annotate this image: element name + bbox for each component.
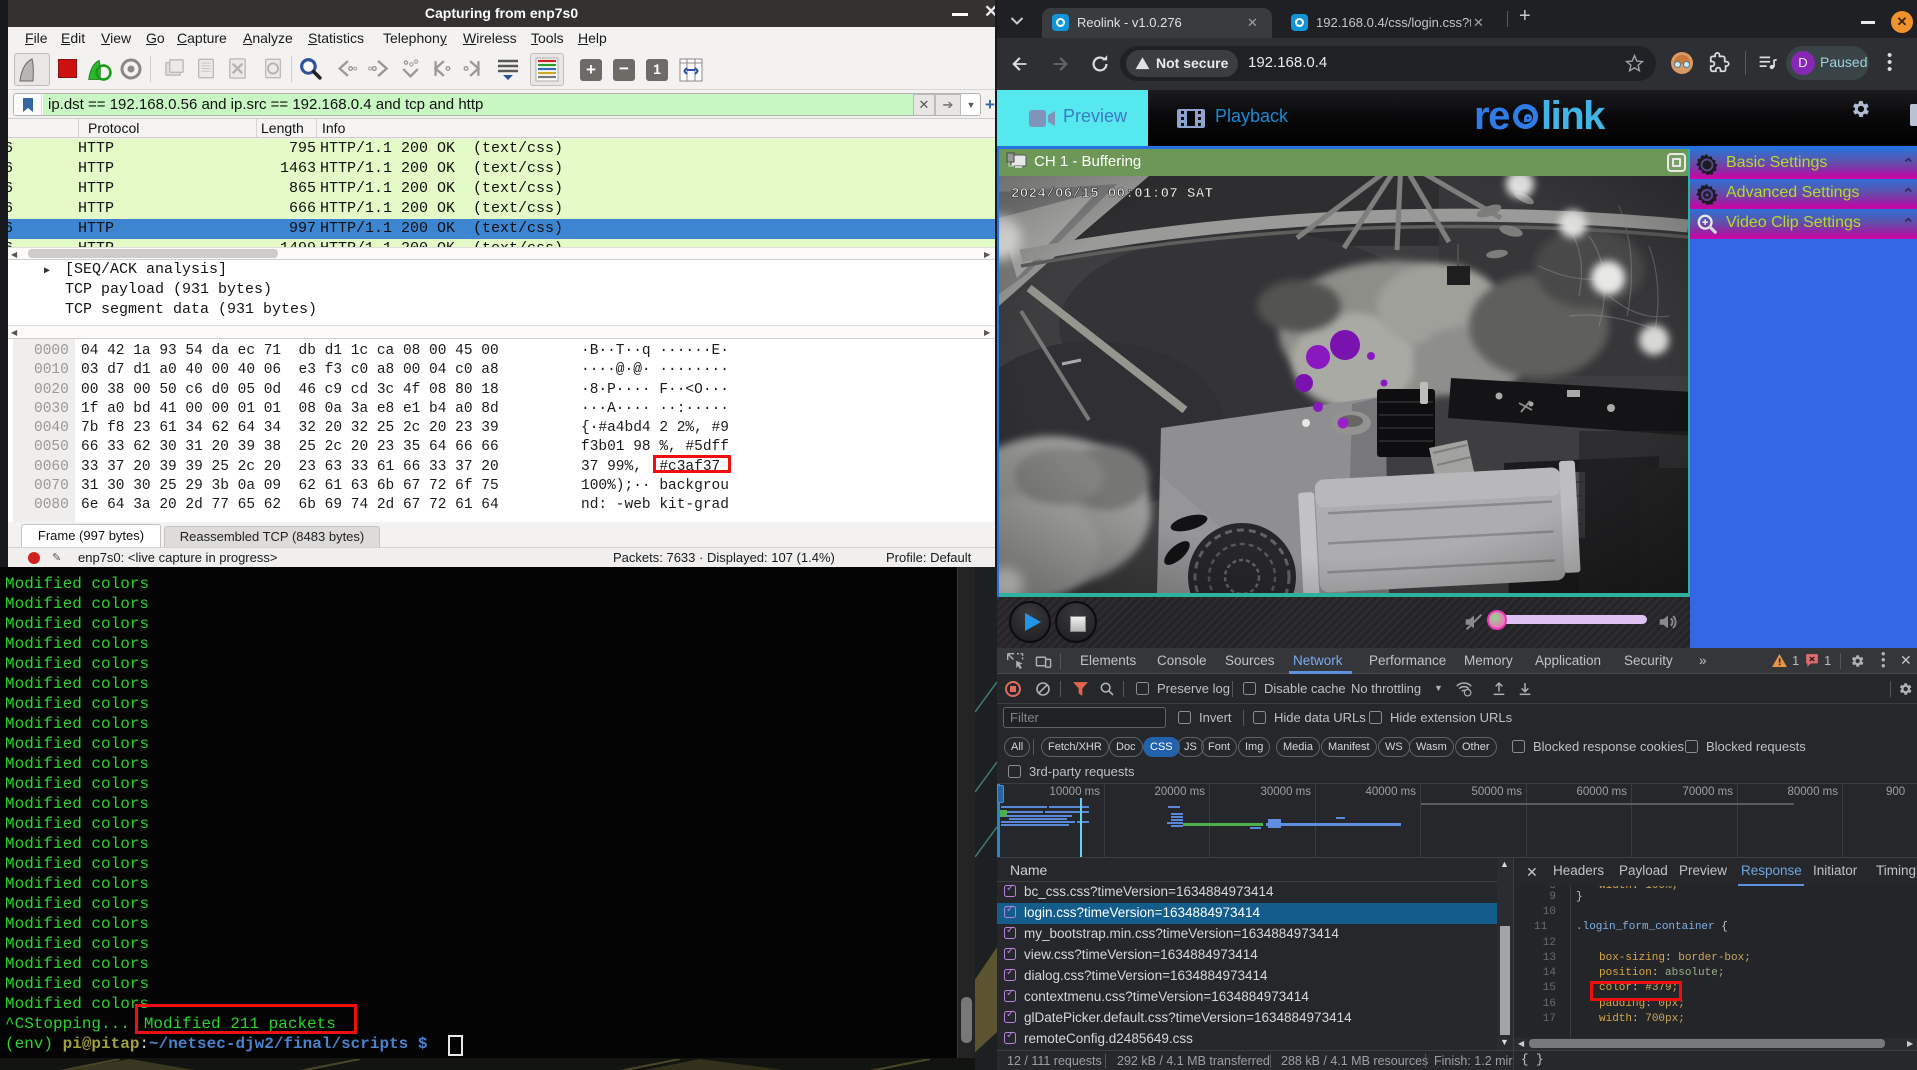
svg-text:2024/06/15 00:01:07 SAT: 2024/06/15 00:01:07 SAT — [1011, 186, 1213, 202]
